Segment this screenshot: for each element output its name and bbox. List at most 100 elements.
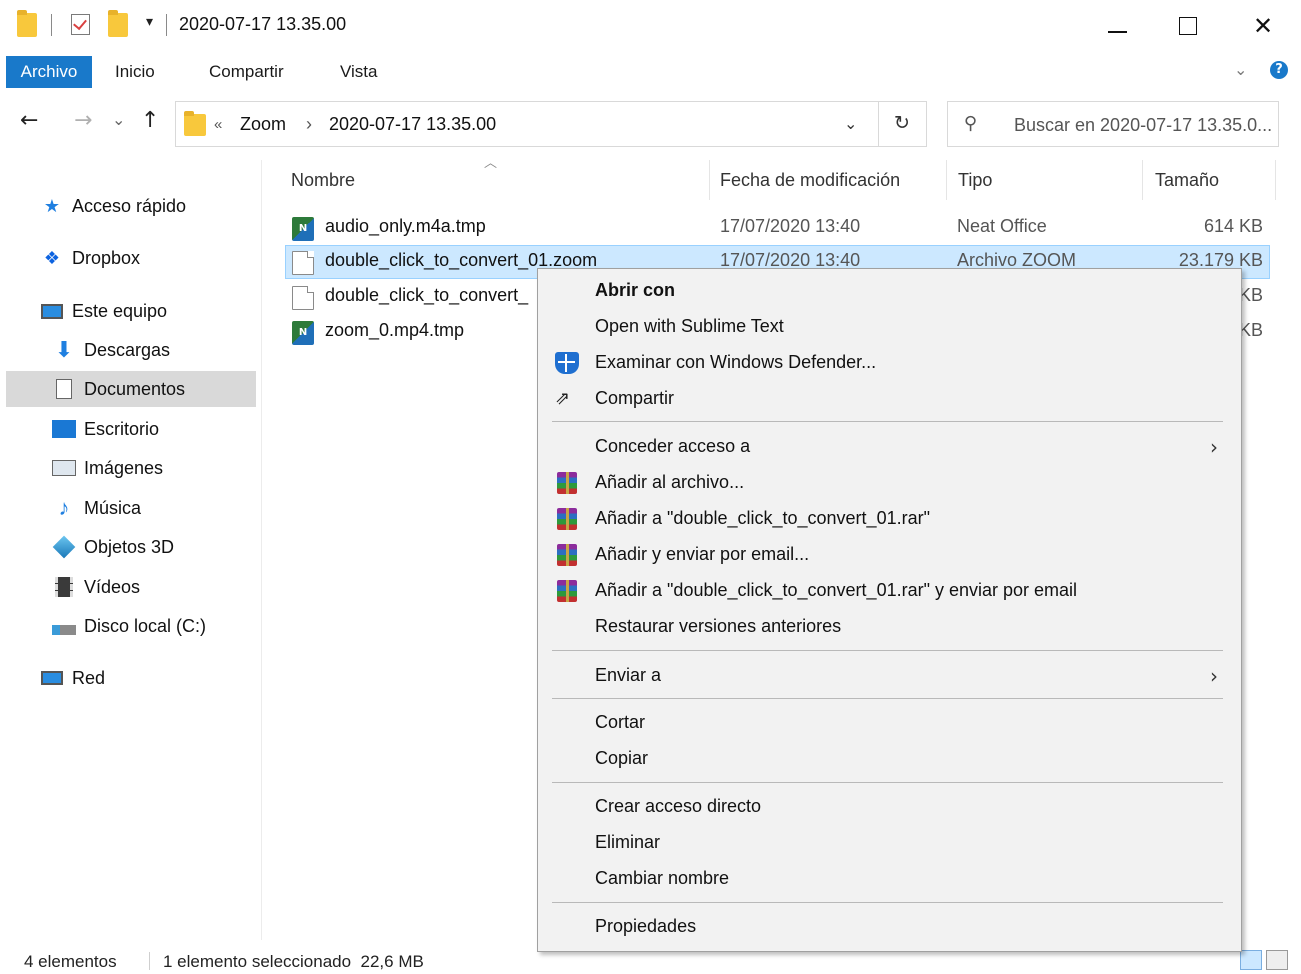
winrar-icon	[557, 508, 577, 530]
nav-item-imagenes[interactable]: Imágenes	[52, 450, 252, 486]
expand-ribbon-chevron-icon[interactable]: ⌄	[1234, 60, 1247, 79]
menu-item-windows-defender[interactable]: Examinar con Windows Defender...	[540, 345, 1239, 380]
dropbox-icon: ❖	[43, 247, 61, 268]
title-bar: ▾ 2020-07-17 13.35.00 ✕	[0, 0, 1301, 52]
tab-vista[interactable]: Vista	[340, 56, 378, 88]
navigation-pane: ★ Acceso rápido ❖ Dropbox Este equipo ⬇ Des…	[0, 160, 262, 940]
item-count: 4 elementos	[24, 952, 117, 971]
menu-item-open-with-sublime[interactable]: Open with Sublime Text	[540, 309, 1239, 344]
up-button[interactable]: ↑	[141, 108, 159, 133]
nav-item-objetos-3d[interactable]: Objetos 3D	[52, 529, 252, 565]
menu-separator	[552, 650, 1223, 651]
maximize-button[interactable]	[1151, 0, 1221, 52]
file-type: Neat Office	[957, 216, 1047, 236]
cube-icon	[52, 535, 76, 559]
address-bar[interactable]: « Zoom › 2020-07-17 13.35.00 ⌄ ↻	[175, 101, 927, 147]
file-row[interactable]: N audio_only.m4a.tmp 17/07/2020 13:40 Ne…	[285, 211, 1270, 245]
column-header-size[interactable]: Tamaño	[1155, 170, 1219, 194]
breadcrumb-zoom[interactable]: Zoom	[240, 114, 286, 135]
menu-item-cortar[interactable]: Cortar	[540, 705, 1239, 740]
title-separator	[166, 14, 167, 36]
details-view-icon[interactable]	[1240, 950, 1262, 970]
recent-locations-dropdown[interactable]: ⌄	[112, 110, 125, 129]
nav-item-este-equipo[interactable]: Este equipo	[40, 293, 240, 329]
menu-item-restaurar-versiones[interactable]: Restaurar versiones anteriores	[540, 609, 1239, 644]
computer-icon	[40, 299, 64, 323]
large-icons-view-icon[interactable]	[1266, 950, 1288, 970]
column-divider[interactable]	[946, 160, 947, 200]
file-name: zoom_0.mp4.tmp	[325, 320, 465, 340]
menu-item-anadir-archivo[interactable]: Añadir al archivo...	[540, 465, 1239, 500]
neat-office-file-icon: N	[292, 321, 314, 345]
menu-item-cambiar-nombre[interactable]: Cambiar nombre	[540, 861, 1239, 896]
menu-item-propiedades[interactable]: Propiedades	[540, 909, 1239, 944]
menu-item-eliminar[interactable]: Eliminar	[540, 825, 1239, 860]
network-icon	[40, 666, 64, 690]
help-icon[interactable]: ?	[1270, 61, 1288, 79]
menu-item-conceder-acceso[interactable]: Conceder acceso a ›	[540, 429, 1239, 464]
menu-item-copiar[interactable]: Copiar	[540, 741, 1239, 776]
nav-item-red[interactable]: Red	[40, 660, 240, 696]
column-divider[interactable]	[1142, 160, 1143, 200]
video-icon	[52, 575, 76, 599]
folder-icon[interactable]	[17, 10, 37, 37]
drive-icon	[52, 614, 76, 638]
overflow-chevron[interactable]: «	[214, 116, 222, 133]
menu-item-crear-acceso-directo[interactable]: Crear acceso directo	[540, 789, 1239, 824]
window-title: 2020-07-17 13.35.00	[179, 14, 347, 34]
menu-item-anadir-rar-email[interactable]: Añadir a "double_click_to_convert_01.rar…	[540, 573, 1239, 608]
menu-item-anadir-rar[interactable]: Añadir a "double_click_to_convert_01.rar…	[540, 501, 1239, 536]
forward-button[interactable]: →	[74, 108, 92, 133]
document-file-icon	[292, 251, 314, 275]
nav-item-musica[interactable]: ♪ Música	[52, 490, 252, 526]
breadcrumb-current-folder[interactable]: 2020-07-17 13.35.00	[329, 114, 496, 135]
search-box[interactable]: ⚲	[947, 101, 1279, 147]
nav-item-documentos[interactable]: Documentos	[6, 371, 256, 407]
submenu-chevron-icon: ›	[1210, 664, 1218, 688]
properties-checkbox-icon[interactable]	[71, 14, 90, 35]
menu-item-anadir-email[interactable]: Añadir y enviar por email...	[540, 537, 1239, 572]
column-header-name[interactable]: Nombre	[291, 170, 355, 194]
file-size: 614 KB	[1203, 216, 1263, 236]
address-dropdown-icon[interactable]: ⌄	[844, 114, 857, 133]
nav-item-escritorio[interactable]: Escritorio	[52, 411, 252, 447]
music-icon: ♪	[58, 495, 70, 520]
nav-item-acceso-rapido[interactable]: ★ Acceso rápido	[40, 188, 240, 224]
close-button[interactable]: ✕	[1228, 0, 1298, 52]
share-icon: ⇗	[555, 388, 571, 409]
breadcrumb-separator[interactable]: ›	[306, 114, 312, 135]
quick-access-separator	[51, 14, 52, 36]
document-file-icon	[292, 286, 314, 310]
minimize-button[interactable]	[1081, 0, 1151, 52]
nav-item-descargas[interactable]: ⬇ Descargas	[52, 332, 252, 368]
new-folder-icon[interactable]	[108, 10, 128, 37]
file-modified: 17/07/2020 13:40	[720, 216, 861, 236]
selection-info: 1 elemento seleccionado 22,6 MB	[163, 952, 424, 971]
tab-archivo[interactable]: Archivo	[6, 56, 92, 88]
file-name: audio_only.m4a.tmp	[325, 216, 486, 236]
folder-icon	[184, 111, 206, 136]
column-divider[interactable]	[709, 160, 710, 200]
download-icon: ⬇	[54, 337, 74, 362]
menu-item-abrir-con[interactable]: Abrir con	[540, 273, 1239, 308]
back-button[interactable]: ←	[20, 108, 38, 133]
winrar-icon	[557, 580, 577, 602]
context-menu: Abrir con Open with Sublime Text Examina…	[537, 268, 1242, 952]
column-header-modified[interactable]: Fecha de modificación	[720, 170, 900, 194]
search-input[interactable]	[1014, 113, 1276, 137]
column-divider[interactable]	[1275, 160, 1276, 200]
menu-item-enviar-a[interactable]: Enviar a ›	[540, 658, 1239, 693]
tab-compartir[interactable]: Compartir	[209, 56, 284, 88]
menu-item-compartir[interactable]: ⇗ Compartir	[540, 381, 1239, 416]
winrar-icon	[557, 472, 577, 494]
file-name: double_click_to_convert_	[325, 285, 529, 305]
refresh-icon[interactable]: ↻	[894, 112, 910, 134]
star-icon: ★	[43, 195, 61, 216]
nav-item-dropbox[interactable]: ❖ Dropbox	[40, 240, 240, 276]
customize-toolbar-dropdown-icon[interactable]: ▾	[146, 14, 153, 30]
nav-item-disco-local[interactable]: Disco local (C:)	[52, 608, 252, 644]
menu-separator	[552, 421, 1223, 422]
nav-item-videos[interactable]: Vídeos	[52, 569, 252, 605]
tab-inicio[interactable]: Inicio	[115, 56, 155, 88]
column-header-type[interactable]: Tipo	[958, 170, 992, 194]
